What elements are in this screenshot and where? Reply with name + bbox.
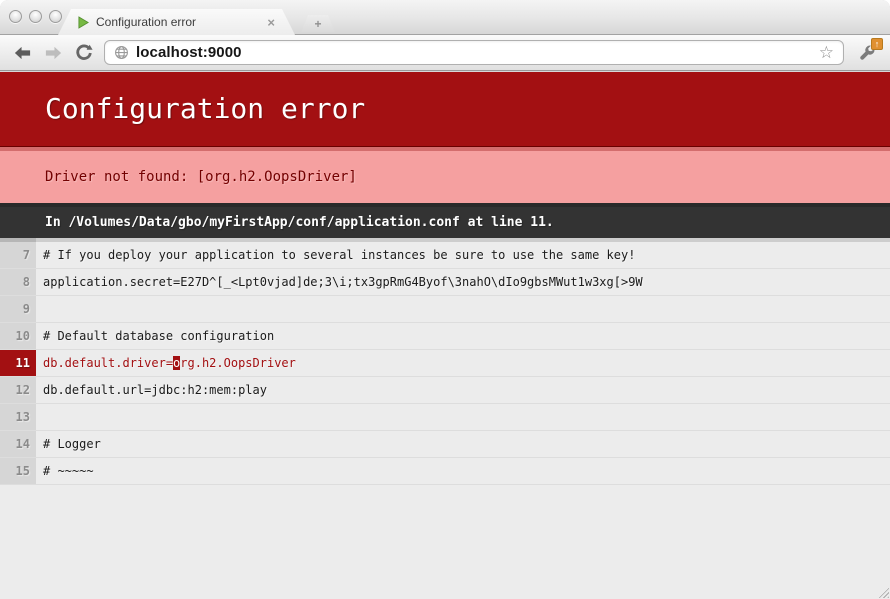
tab-configuration-error[interactable]: Configuration error × [58, 9, 295, 35]
line-content: db.default.driver=org.h2.OopsDriver [36, 350, 890, 376]
play-favicon-icon [78, 16, 89, 29]
line-content: application.secret=E27D^[_<Lpt0vjad]de;3… [36, 269, 890, 295]
browser-toolbar: localhost:9000 ☆ ↑ [0, 35, 890, 71]
code-line-13: 13 [0, 404, 890, 431]
line-number: 14 [0, 431, 36, 457]
line-content: # ~~~~~ [36, 458, 890, 484]
line-content [36, 296, 890, 322]
line-content: # Logger [36, 431, 890, 457]
page-viewport: Configuration error Driver not found: [o… [0, 72, 890, 599]
address-bar[interactable]: localhost:9000 ☆ [104, 40, 844, 65]
line-number: 12 [0, 377, 36, 403]
back-arrow-icon [13, 44, 32, 62]
error-location: In /Volumes/Data/gbo/myFirstApp/conf/app… [0, 203, 890, 238]
tab-close-icon[interactable]: × [267, 16, 275, 29]
code-line-10: 10# Default database configuration [0, 323, 890, 350]
line-content [36, 404, 890, 430]
code-line-8: 8application.secret=E27D^[_<Lpt0vjad]de;… [0, 269, 890, 296]
reload-button[interactable] [71, 40, 97, 66]
new-tab-button[interactable]: + [301, 15, 335, 32]
line-number: 11 [0, 350, 36, 376]
code-line-9: 9 [0, 296, 890, 323]
error-marker: o [173, 356, 180, 370]
back-button[interactable] [9, 40, 35, 66]
update-badge: ↑ [871, 38, 883, 50]
code-line-11: 11db.default.driver=org.h2.OopsDriver [0, 350, 890, 377]
line-content: db.default.url=jdbc:h2:mem:play [36, 377, 890, 403]
reload-icon [75, 44, 93, 62]
code-line-14: 14# Logger [0, 431, 890, 458]
line-content: # Default database configuration [36, 323, 890, 349]
code-line-15: 15# ~~~~~ [0, 458, 890, 485]
up-arrow-icon: ↑ [875, 40, 880, 49]
window-minimize-button[interactable] [29, 10, 42, 23]
page-title: Configuration error [0, 72, 890, 147]
window-controls [9, 10, 62, 23]
line-number: 10 [0, 323, 36, 349]
tab-title: Configuration error [96, 15, 260, 29]
window-zoom-button[interactable] [49, 10, 62, 23]
error-detail: Driver not found: [org.h2.OopsDriver] [0, 147, 890, 203]
line-number: 15 [0, 458, 36, 484]
plus-icon: + [314, 17, 321, 31]
forward-arrow-icon [44, 44, 63, 62]
line-number: 13 [0, 404, 36, 430]
window-close-button[interactable] [9, 10, 22, 23]
url-text[interactable]: localhost:9000 [136, 44, 242, 61]
line-content: # If you deploy your application to seve… [36, 238, 890, 268]
line-number: 7 [0, 238, 36, 268]
code-listing: 7# If you deploy your application to sev… [0, 238, 890, 485]
code-line-12: 12db.default.url=jdbc:h2:mem:play [0, 377, 890, 404]
line-number: 8 [0, 269, 36, 295]
code-line-7: 7# If you deploy your application to sev… [0, 238, 890, 269]
bookmark-star-icon[interactable]: ☆ [819, 44, 834, 61]
tab-strip: Configuration error × + [0, 0, 890, 35]
browser-window: Configuration error × + [0, 0, 890, 599]
forward-button[interactable] [40, 40, 66, 66]
line-number: 9 [0, 296, 36, 322]
globe-icon [114, 45, 129, 60]
wrench-menu-button[interactable]: ↑ [853, 39, 881, 66]
